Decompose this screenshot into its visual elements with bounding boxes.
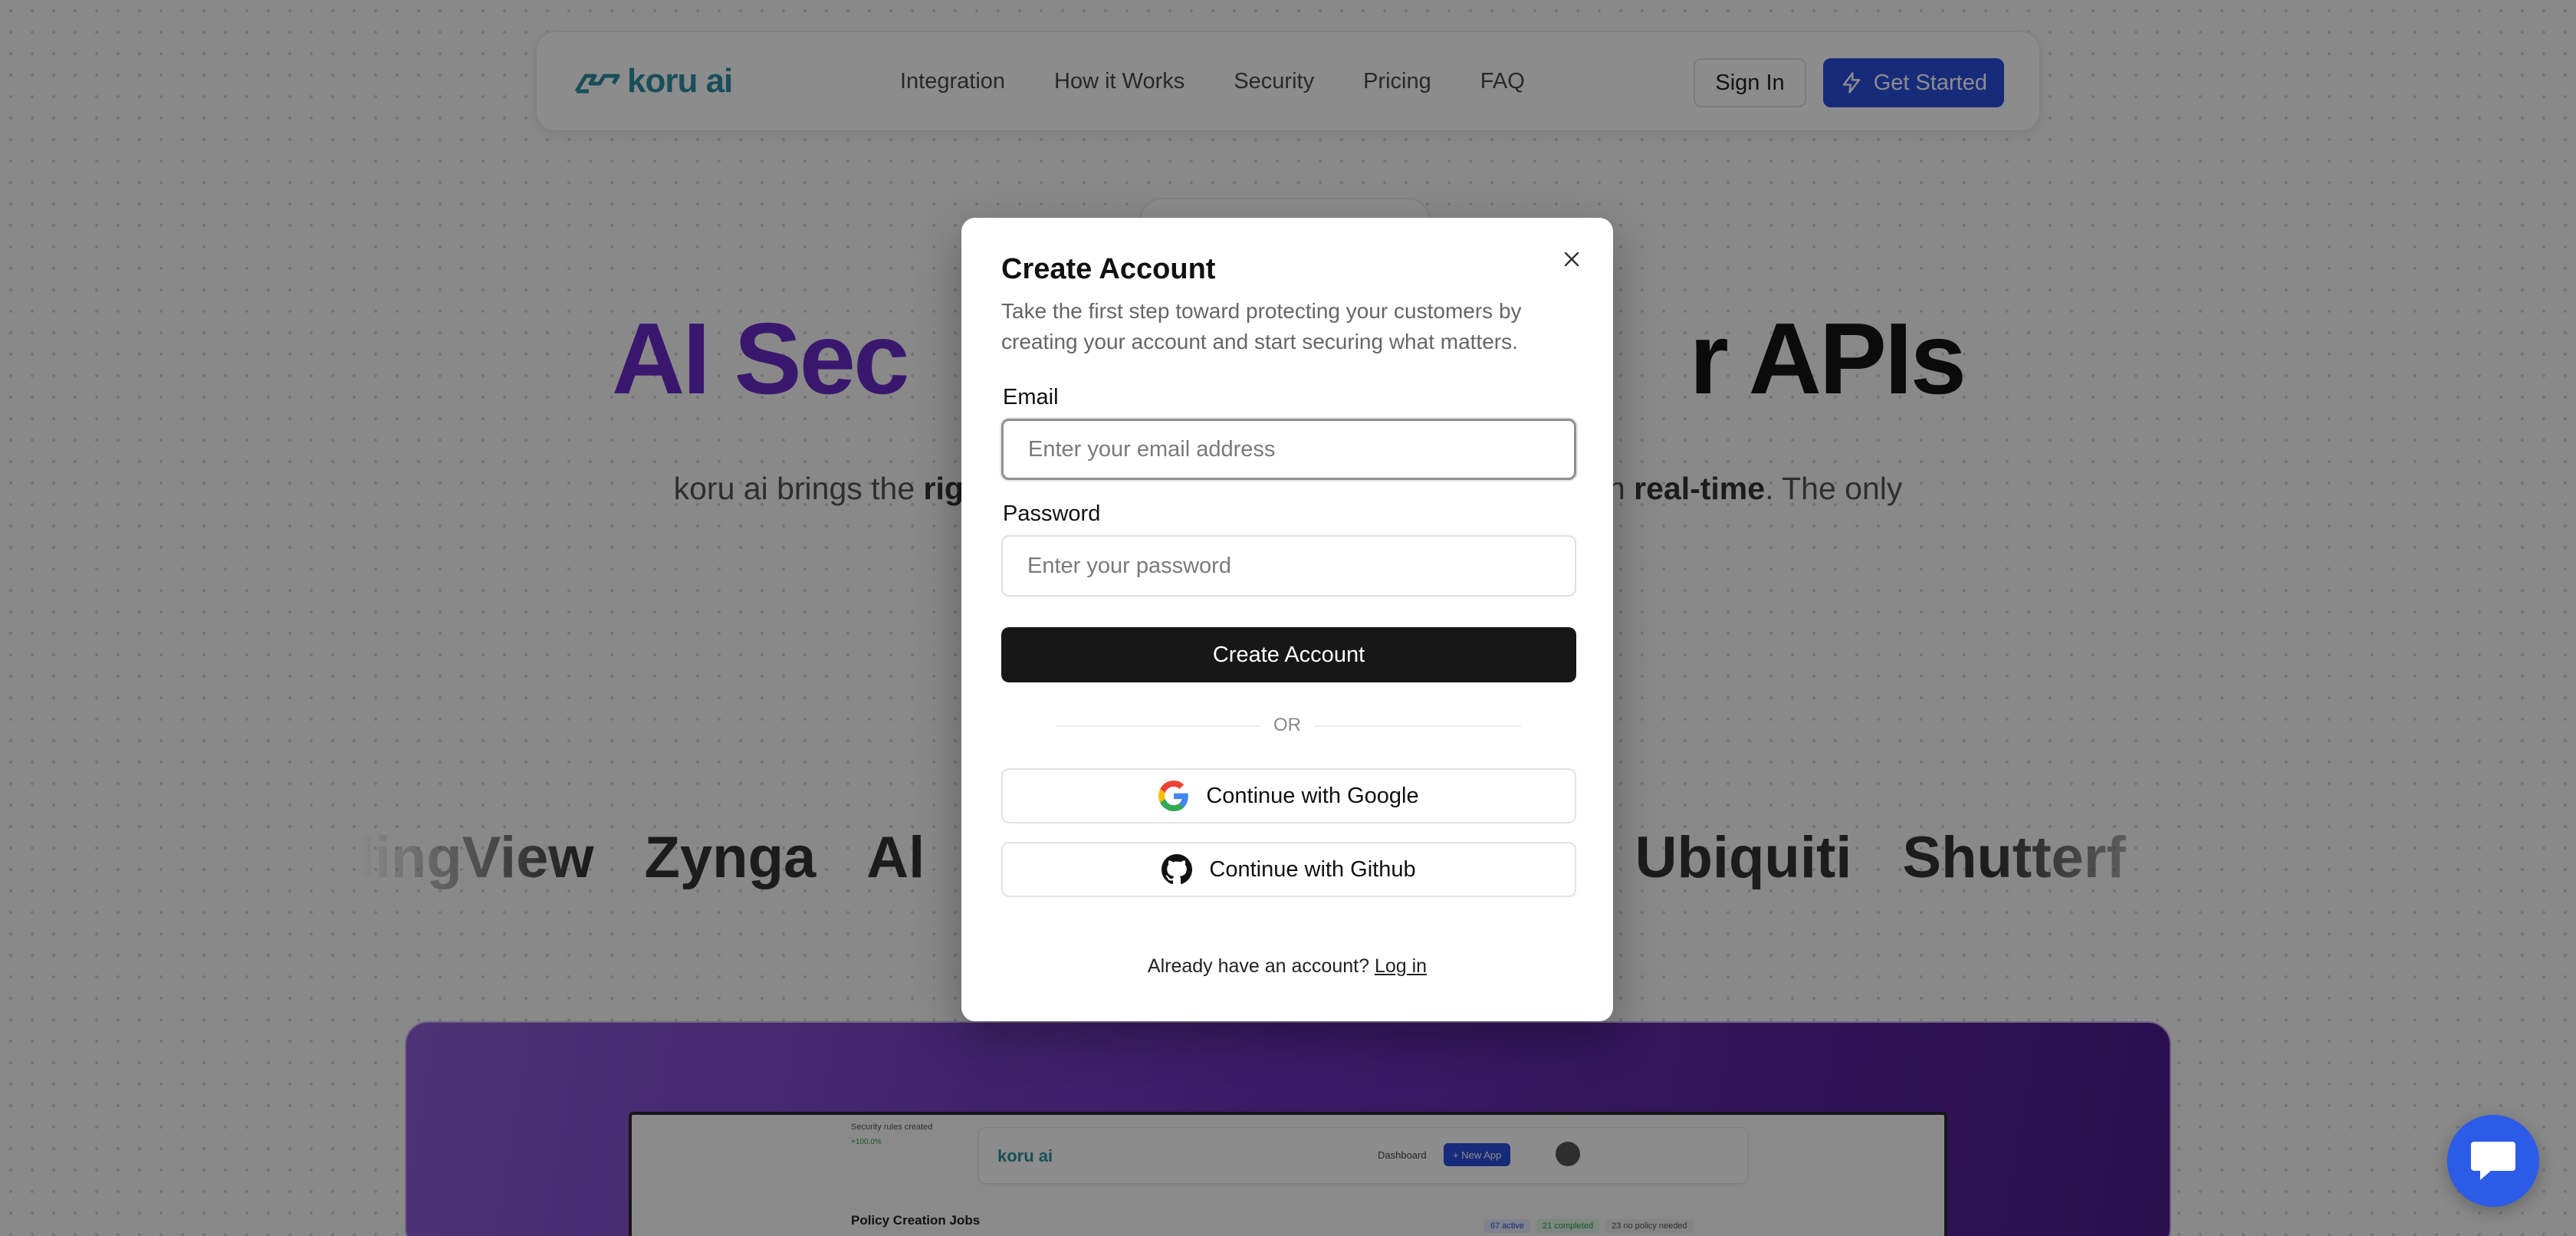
password-field[interactable] (1001, 535, 1576, 597)
google-signin-button[interactable]: Continue with Google (1001, 768, 1576, 823)
divider: OR (961, 715, 1613, 736)
github-signin-label: Continue with Github (1209, 856, 1416, 882)
chat-button[interactable] (2447, 1115, 2539, 1207)
create-account-button[interactable]: Create Account (1001, 627, 1576, 682)
login-prompt-text: Already have an account? (1147, 955, 1369, 977)
dialog-title: Create Account (1001, 253, 1216, 285)
google-icon (1158, 781, 1189, 811)
close-button[interactable] (1558, 245, 1585, 273)
github-icon (1162, 854, 1193, 885)
google-signin-label: Continue with Google (1206, 783, 1419, 808)
email-label: Email (1003, 385, 1059, 409)
login-link[interactable]: Log in (1375, 955, 1427, 977)
login-prompt: Already have an account? Log in (961, 955, 1613, 978)
close-icon (1564, 251, 1579, 267)
chat-icon (2471, 1142, 2515, 1180)
email-field[interactable] (1001, 419, 1576, 480)
github-signin-button[interactable]: Continue with Github (1001, 842, 1576, 897)
divider-label: OR (1260, 715, 1315, 735)
create-account-dialog: Create Account Take the first step towar… (961, 218, 1613, 1021)
dialog-description: Take the first step toward protecting yo… (1001, 299, 1522, 353)
password-label: Password (1003, 501, 1101, 526)
